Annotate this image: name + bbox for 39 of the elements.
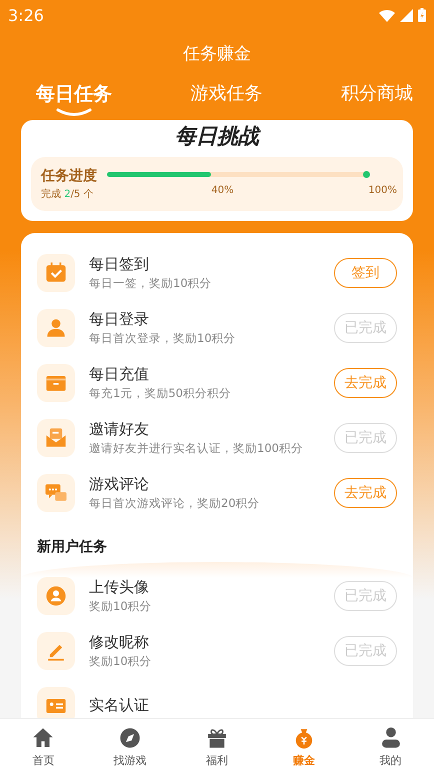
- tab[interactable]: 积分商城: [341, 80, 413, 118]
- task-description: 每充1元，奖励50积分积分: [89, 386, 232, 400]
- task-title: 实名认证: [89, 696, 150, 715]
- nav-item[interactable]: 找游戏: [100, 719, 160, 773]
- tab[interactable]: 游戏任务: [190, 80, 262, 118]
- signal-icon: [400, 8, 413, 22]
- battery-icon: [418, 8, 426, 22]
- nav-item[interactable]: 赚金: [274, 719, 334, 773]
- task-description: 每日首次游戏评论，奖励20积分: [89, 496, 261, 510]
- end-dot-icon: [363, 171, 370, 178]
- task-title: 邀请好友: [89, 420, 150, 438]
- nav-item[interactable]: 我的: [360, 719, 421, 773]
- task-title: 每日充值: [89, 364, 150, 384]
- tab-underline-icon: [56, 108, 92, 117]
- progress-label: 任务进度: [41, 167, 97, 185]
- task-description: 奖励10积分: [89, 654, 153, 668]
- tab[interactable]: 每日任务: [36, 80, 112, 118]
- task-button[interactable]: 去完成: [334, 368, 397, 398]
- wifi-icon: [379, 8, 395, 22]
- task-description: 每日首次登录，奖励10积分: [89, 330, 237, 346]
- task-button[interactable]: 去完成: [334, 478, 397, 508]
- challenge-title: 每日挑战: [174, 123, 262, 150]
- task-title: 每日登录: [89, 310, 150, 328]
- progress-count: 完成 2/5 个: [41, 188, 94, 201]
- status-time: 3:26: [8, 6, 44, 24]
- task-title: 游戏评论: [89, 474, 150, 494]
- task-title: 修改昵称: [89, 632, 150, 652]
- task-title: 每日签到: [89, 254, 150, 274]
- section-title: 新用户任务: [37, 538, 108, 557]
- task-description: 每日一签，奖励10积分: [89, 276, 213, 290]
- progress-percent: 40%: [211, 185, 234, 196]
- nav-item[interactable]: 首页: [13, 719, 74, 773]
- progress-max: 100%: [368, 185, 397, 196]
- nav-item[interactable]: 福利: [186, 719, 247, 773]
- task-description: 奖励10积分: [89, 598, 153, 614]
- task-description: 邀请好友并进行实名认证，奖励100积分: [89, 440, 304, 456]
- task-button[interactable]: 签到: [334, 258, 397, 288]
- page-title: 任务赚金: [182, 43, 252, 64]
- task-title: 上传头像: [89, 578, 150, 596]
